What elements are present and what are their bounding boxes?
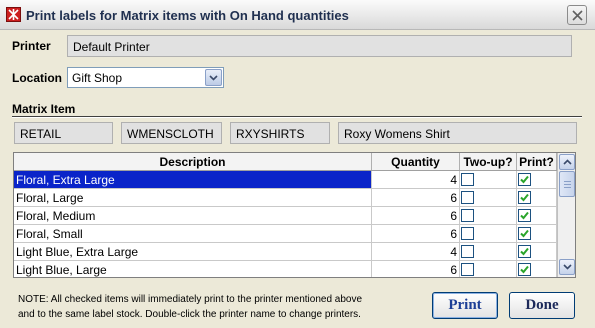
row-two-up-cell xyxy=(460,207,517,224)
chevron-down-icon xyxy=(209,75,218,81)
column-header-description[interactable]: Description xyxy=(14,153,372,170)
title-bar: Print labels for Matrix items with On Ha… xyxy=(0,0,595,30)
scroll-down-button[interactable] xyxy=(559,259,575,275)
row-two-up-cell xyxy=(460,225,517,242)
row-two-up-cell xyxy=(460,189,517,206)
scroll-up-button[interactable] xyxy=(559,154,575,170)
checkmark-icon xyxy=(520,247,529,256)
print-checkbox[interactable] xyxy=(518,227,531,240)
row-description[interactable]: Light Blue, Large xyxy=(14,261,372,277)
location-label: Location xyxy=(12,71,62,85)
column-header-quantity[interactable]: Quantity xyxy=(372,153,460,170)
app-icon xyxy=(6,7,21,22)
print-note: NOTE: All checked items will immediately… xyxy=(18,292,418,322)
column-header-print[interactable]: Print? xyxy=(517,153,557,170)
two-up-checkbox[interactable] xyxy=(461,173,474,186)
table-row[interactable]: Floral, Extra Large 4 xyxy=(14,171,557,189)
table-header: Description Quantity Two-up? Print? xyxy=(14,153,557,171)
row-print-cell xyxy=(517,171,557,188)
table-body: Floral, Extra Large 4 Floral, Large 6 Floral… xyxy=(14,171,557,277)
row-two-up-cell xyxy=(460,261,517,277)
table-row[interactable]: Floral, Large 6 xyxy=(14,189,557,207)
column-header-two-up[interactable]: Two-up? xyxy=(460,153,517,170)
print-checkbox[interactable] xyxy=(518,263,531,276)
checkmark-icon xyxy=(520,175,529,184)
window-title: Print labels for Matrix items with On Ha… xyxy=(26,8,349,23)
table-row[interactable]: Floral, Small 6 xyxy=(14,225,557,243)
print-button[interactable]: Print xyxy=(432,292,498,319)
chevron-down-icon xyxy=(563,264,572,270)
done-button[interactable]: Done xyxy=(509,292,575,319)
matrix-item-code-field: RXYSHIRTS xyxy=(230,122,330,144)
matrix-item-heading: Matrix Item xyxy=(12,102,76,116)
two-up-checkbox[interactable] xyxy=(461,227,474,240)
two-up-checkbox[interactable] xyxy=(461,191,474,204)
checkmark-icon xyxy=(520,265,529,274)
row-quantity[interactable]: 4 xyxy=(372,243,460,260)
checkmark-icon xyxy=(520,229,529,238)
table-scrollbar[interactable] xyxy=(557,153,575,277)
row-quantity[interactable]: 6 xyxy=(372,207,460,224)
location-value: Gift Shop xyxy=(72,71,123,85)
row-quantity[interactable]: 4 xyxy=(372,171,460,188)
print-checkbox[interactable] xyxy=(518,245,531,258)
row-description[interactable]: Light Blue, Extra Large xyxy=(14,243,372,260)
checkmark-icon xyxy=(520,211,529,220)
row-quantity[interactable]: 6 xyxy=(372,225,460,242)
section-divider xyxy=(12,116,582,118)
location-select[interactable]: Gift Shop xyxy=(67,67,224,88)
print-checkbox[interactable] xyxy=(518,191,531,204)
row-description[interactable]: Floral, Small xyxy=(14,225,372,242)
scroll-thumb[interactable] xyxy=(559,171,575,197)
matrix-category-field: WMENSCLOTH xyxy=(121,122,222,144)
row-description[interactable]: Floral, Medium xyxy=(14,207,372,224)
row-print-cell xyxy=(517,261,557,277)
row-print-cell xyxy=(517,207,557,224)
close-button[interactable] xyxy=(567,5,587,25)
row-print-cell xyxy=(517,243,557,260)
matrix-department-field: RETAIL xyxy=(14,122,113,144)
printer-field[interactable]: Default Printer xyxy=(67,35,572,57)
row-description[interactable]: Floral, Extra Large xyxy=(14,171,372,188)
print-checkbox[interactable] xyxy=(518,173,531,186)
location-dropdown-button[interactable] xyxy=(205,69,222,86)
print-checkbox[interactable] xyxy=(518,209,531,222)
row-quantity[interactable]: 6 xyxy=(372,261,460,277)
row-quantity[interactable]: 6 xyxy=(372,189,460,206)
note-line-1: NOTE: All checked items will immediately… xyxy=(18,294,363,305)
two-up-checkbox[interactable] xyxy=(461,263,474,276)
table-row[interactable]: Floral, Medium 6 xyxy=(14,207,557,225)
table-row[interactable]: Light Blue, Large 6 xyxy=(14,261,557,277)
matrix-items-table: Description Quantity Two-up? Print? Flor… xyxy=(13,152,576,278)
note-line-2: and to the same label stock. Double-clic… xyxy=(18,309,361,320)
close-icon xyxy=(572,10,583,21)
row-two-up-cell xyxy=(460,243,517,260)
matrix-description-field: Roxy Womens Shirt xyxy=(338,122,577,144)
checkmark-icon xyxy=(520,193,529,202)
chevron-up-icon xyxy=(563,159,572,165)
two-up-checkbox[interactable] xyxy=(461,245,474,258)
row-two-up-cell xyxy=(460,171,517,188)
two-up-checkbox[interactable] xyxy=(461,209,474,222)
row-print-cell xyxy=(517,189,557,206)
row-description[interactable]: Floral, Large xyxy=(14,189,372,206)
table-row[interactable]: Light Blue, Extra Large 4 xyxy=(14,243,557,261)
printer-label: Printer xyxy=(12,39,51,53)
row-print-cell xyxy=(517,225,557,242)
